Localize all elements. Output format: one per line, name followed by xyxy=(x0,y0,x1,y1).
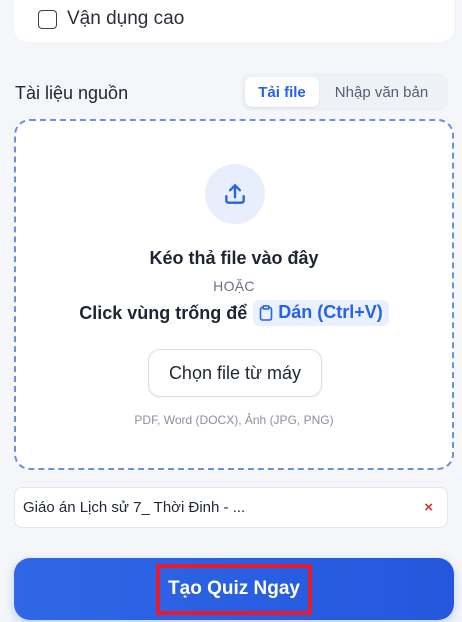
dropzone-or-text: HOẶC xyxy=(213,278,255,294)
difficulty-options-card: Vận dụng cao xyxy=(14,0,454,42)
advanced-checkbox-label: Vận dụng cao xyxy=(67,8,185,29)
paste-row: Click vùng trống để Dán (Ctrl+V) xyxy=(16,300,452,326)
quiz-creator-page: Vận dụng cao Tài liệu nguồn Tải file Nhậ… xyxy=(0,0,462,622)
create-quiz-label: Tạo Quiz Ngay xyxy=(156,563,312,615)
create-quiz-button[interactable]: Tạo Quiz Ngay xyxy=(14,558,454,620)
paste-button-label: Dán (Ctrl+V) xyxy=(278,302,383,322)
clipboard-icon xyxy=(259,304,273,321)
supported-formats-text: PDF, Word (DOCX), Ảnh (JPG, PNG) xyxy=(134,413,334,427)
tab-upload-file[interactable]: Tải file xyxy=(245,77,319,107)
source-mode-tabs: Tải file Nhập văn bản xyxy=(241,73,448,111)
remove-file-button[interactable]: × xyxy=(424,499,433,516)
file-dropzone[interactable]: Kéo thả file vào đây HOẶC Click vùng trố… xyxy=(14,119,454,470)
paste-button[interactable]: Dán (Ctrl+V) xyxy=(253,300,389,326)
paste-instruction: Click vùng trống để xyxy=(79,302,248,323)
choose-file-button[interactable]: Chọn file từ máy xyxy=(148,349,322,397)
source-section-title: Tài liệu nguồn xyxy=(15,83,129,103)
selected-file-name: Giáo án Lịch sử 7_ Thời Đinh - ... xyxy=(23,499,246,516)
upload-icon xyxy=(205,164,265,224)
advanced-checkbox[interactable] xyxy=(38,9,57,29)
selected-file-item: Giáo án Lịch sử 7_ Thời Đinh - ... × xyxy=(14,487,448,528)
tab-enter-text[interactable]: Nhập văn bản xyxy=(319,77,444,107)
dropzone-title: Kéo thả file vào đây xyxy=(149,248,319,268)
